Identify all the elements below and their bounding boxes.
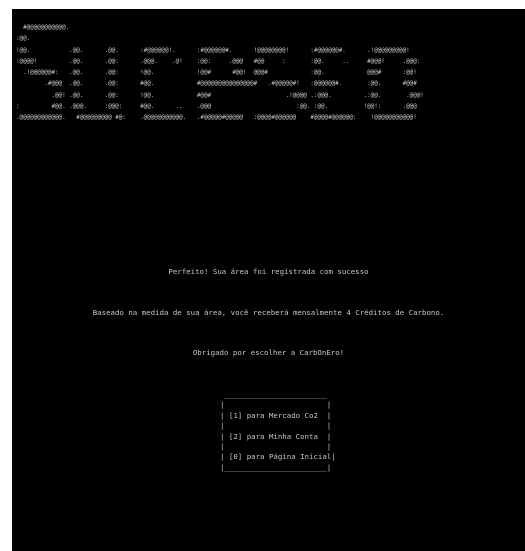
terminal-window: #@@@@@@@@@@@. :@@. !@@. .@@. .@@. :#@@@@… xyxy=(12,9,525,551)
menu-border: | | xyxy=(220,421,332,431)
menu-option-pagina-inicial[interactable]: [0] para Página Inicial xyxy=(229,452,331,461)
banner-line: :@@. xyxy=(16,36,31,43)
thanks-message: Obrigado por escolher a CarbOnEro! xyxy=(192,348,345,357)
banner-line: .@@@@@@@@@@@@. #@@@@@@@@@ #@: .@@@@@@@@@… xyxy=(16,115,417,122)
menu-option-minha-conta[interactable]: [2] para Minha Conta xyxy=(229,432,318,441)
banner-line: :@@@@! .@@. .@@: .@@@. .@! :@@: .@@@ #@@… xyxy=(16,58,421,65)
banner-line: .#@@@ .@@. .@@: #@@. #@@@@@@@@@@@@@@@# .… xyxy=(44,81,417,88)
menu-border-top: _______________________ xyxy=(220,390,327,399)
banner-line: .@@! .@@. .@@: !@@. #@@# .!@@@@ .:@@@. .… xyxy=(51,92,424,99)
banner-line: #@@@@@@@@@@@. xyxy=(23,25,70,31)
success-message: Perfeito! Sua área foi registrada com su… xyxy=(168,267,369,276)
banner-line: !@@. .@@. .@@. :#@@@@@@!. :#@@@@@@#. !@@… xyxy=(16,47,410,54)
menu-border-bottom: |_______________________| xyxy=(220,462,332,472)
credits-message: Baseado na medida de sua área, você rece… xyxy=(92,308,445,317)
banner-line: : #@@. .@@@. :@@@: #@@. .. .@@@ :@@. :@@… xyxy=(16,104,417,111)
menu-border: | | xyxy=(220,400,332,410)
ascii-banner: #@@@@@@@@@@@. :@@. !@@. .@@. .@@. :#@@@@… xyxy=(16,23,525,125)
options-menu: _______________________ | | | [1] para M… xyxy=(220,390,336,472)
menu-border: | | xyxy=(220,442,332,452)
banner-line: .!@@@@@@#: .@@. .@@: !@@. !@@# #@@! @@@#… xyxy=(23,70,417,77)
menu-option-mercado-co2[interactable]: [1] para Mercado Co2 xyxy=(229,411,318,420)
